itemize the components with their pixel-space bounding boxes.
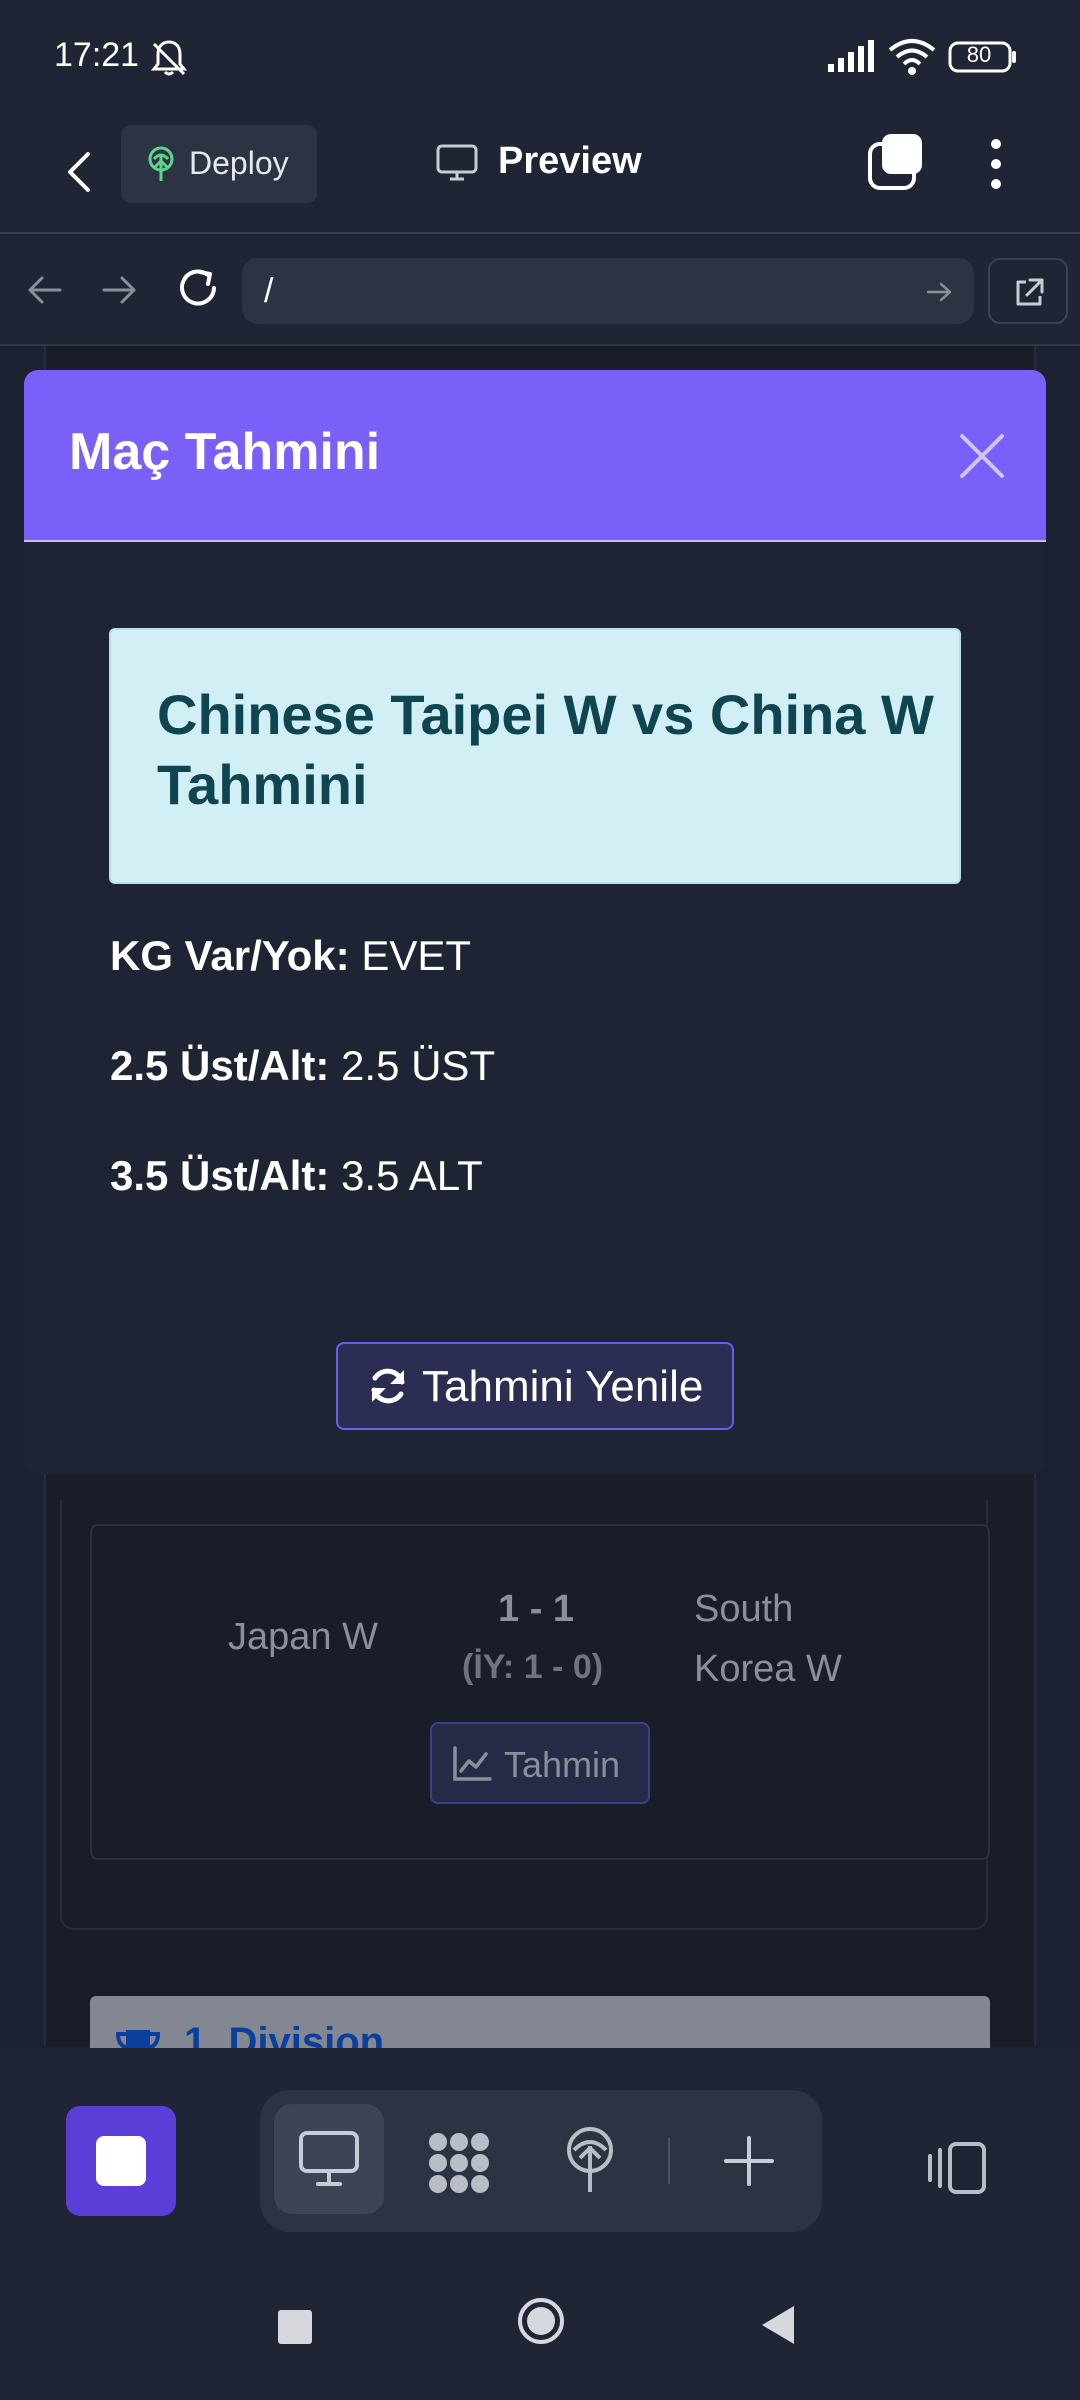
refresh-prediction-button[interactable]: Tahmini Yenile (336, 1342, 734, 1430)
refresh-label: Tahmini Yenile (422, 1362, 704, 1411)
bottom-toolbar (0, 2048, 1080, 2248)
match-score: 1 - 1 (498, 1588, 575, 1630)
url-text: / (264, 272, 274, 310)
url-bar: / (0, 236, 1080, 346)
modal-title: Maç Tahmini (69, 423, 381, 481)
prediction-value: 2.5 ÜST (341, 1042, 496, 1089)
stop-button[interactable] (66, 2106, 176, 2216)
modal-header: Maç Tahmini (24, 370, 1046, 542)
apps-grid-icon[interactable] (424, 2128, 494, 2198)
away-team: South (694, 1588, 794, 1630)
open-external-button[interactable] (988, 258, 1068, 324)
deploy-icon (148, 146, 174, 181)
tahmin-button[interactable]: Tahmin (430, 1722, 650, 1804)
url-input[interactable]: / (242, 258, 974, 324)
prediction-line-25: 2.5 Üst/Alt: 2.5 ÜST (110, 1042, 495, 1090)
prediction-line-35: 3.5 Üst/Alt: 3.5 ALT (110, 1152, 483, 1200)
monitor-icon (436, 144, 478, 181)
external-link-icon (1016, 278, 1044, 306)
wifi-icon (888, 39, 936, 75)
chart-line-icon (453, 1746, 492, 1781)
home-team: Japan W (228, 1616, 378, 1658)
match-card (90, 1524, 990, 1860)
tahmin-label: Tahmin (504, 1744, 621, 1785)
refresh-icon (371, 1368, 405, 1404)
close-icon[interactable] (954, 428, 1010, 484)
prediction-value: 3.5 ALT (341, 1152, 483, 1199)
browser-forward-icon[interactable] (98, 268, 142, 312)
prediction-key: 3.5 Üst/Alt: (110, 1152, 330, 1199)
desktop-mode-button[interactable] (274, 2104, 384, 2214)
prediction-modal: Maç Tahmini Chinese Taipei W vs China W … (24, 370, 1046, 1474)
prediction-title-box: Chinese Taipei W vs China W Tahmini (109, 628, 961, 884)
prediction-line-kg: KG Var/Yok: EVET (110, 932, 471, 980)
mute-icon (150, 40, 188, 76)
prediction-key: 2.5 Üst/Alt: (110, 1042, 330, 1089)
prediction-key: KG Var/Yok: (110, 932, 350, 979)
go-arrow-icon[interactable] (926, 280, 954, 304)
mode-switcher (260, 2090, 822, 2232)
more-vertical-icon[interactable] (978, 134, 1014, 194)
stop-icon (96, 2136, 146, 2186)
away-team-line2: Korea W (694, 1648, 842, 1690)
prediction-value: EVET (361, 932, 472, 979)
status-time: 17:21 (54, 36, 140, 74)
system-nav-bar (0, 2248, 1080, 2400)
system-back-icon[interactable] (760, 2304, 796, 2346)
reload-icon[interactable] (174, 264, 222, 312)
tabs-icon[interactable] (866, 132, 926, 192)
plus-icon[interactable] (722, 2134, 776, 2188)
side-panel-icon[interactable] (924, 2140, 990, 2196)
browser-back-icon[interactable] (22, 268, 66, 312)
prediction-title: Chinese Taipei W vs China W Tahmini (157, 683, 934, 816)
app-bar: Deploy Preview (0, 110, 1080, 234)
half-time-score: (İY: 1 - 0) (462, 1648, 604, 1686)
deploy-button[interactable]: Deploy (121, 125, 317, 203)
battery-level: 80 (966, 42, 992, 67)
back-arrow-icon[interactable] (52, 140, 112, 204)
monitor-icon (299, 2131, 359, 2186)
recents-icon[interactable] (278, 2310, 312, 2344)
deploy-label: Deploy (189, 145, 289, 181)
status-bar: 17:21 80 (0, 0, 1080, 110)
signal-icon (828, 40, 874, 72)
preview-label: Preview (498, 140, 642, 182)
deploy-icon[interactable] (560, 2126, 620, 2196)
home-icon[interactable] (516, 2296, 566, 2346)
toolbar-divider (668, 2138, 670, 2184)
